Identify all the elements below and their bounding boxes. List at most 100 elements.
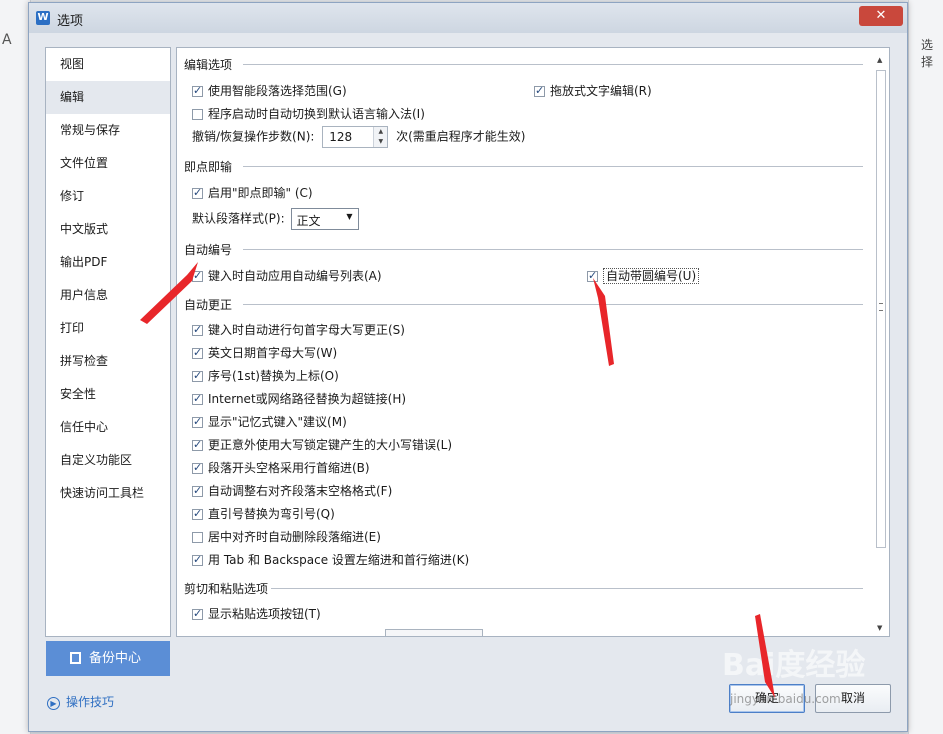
sidebar-item[interactable]: 修订 <box>46 180 170 213</box>
undo-steps-spinner[interactable]: 128 ▲ ▼ <box>322 126 389 148</box>
checkbox-box[interactable] <box>192 186 203 199</box>
checkbox-label: 使用智能段落选择范围(G) <box>208 84 347 98</box>
checkbox-box[interactable] <box>534 84 545 97</box>
checkbox-box[interactable] <box>192 507 203 520</box>
checkbox-circled-number[interactable]: 自动带圆编号(U) <box>587 267 700 284</box>
sidebar-item[interactable]: 拼写检查 <box>46 345 170 378</box>
checkbox-autocorrect-item[interactable]: 自动调整右对齐段落末空格格式(F) <box>192 482 392 499</box>
close-button[interactable]: ✕ <box>859 6 903 26</box>
dialog-titlebar: W 选项 ✕ <box>29 3 907 33</box>
checkbox-label: 显示"记忆式键入"建议(M) <box>208 415 347 429</box>
section-divider <box>243 249 863 250</box>
tips-label: 操作技巧 <box>66 695 115 709</box>
options-sidebar: 视图 编辑 常规与保存 文件位置 修订 中文版式 输出PDF 用户信息 打印 拼写检查 安全性 信任中… <box>45 47 171 637</box>
checkbox-autocorrect-item[interactable]: 段落开头空格采用行首缩进(B) <box>192 459 370 476</box>
section-title-auto-correct: 自动更正 <box>184 298 233 312</box>
checkbox-autocorrect-item[interactable]: Internet或网络路径替换为超链接(H) <box>192 390 406 407</box>
checkbox-autocorrect-item[interactable]: 更正意外使用大写锁定键产生的大小写错误(L) <box>192 436 452 453</box>
sidebar-item[interactable]: 视图 <box>46 48 170 81</box>
checkbox-box[interactable] <box>192 109 203 120</box>
checkbox-autocorrect-item[interactable]: 用 Tab 和 Backspace 设置左缩进和首行缩进(K) <box>192 551 469 568</box>
sidebar-item[interactable]: 中文版式 <box>46 213 170 246</box>
undo-steps-note: 次(需重启程序才能生效) <box>396 129 526 144</box>
sidebar-item[interactable]: 安全性 <box>46 378 170 411</box>
sidebar-item[interactable]: 输出PDF <box>46 246 170 279</box>
baidu-watermark-url: jingyan.baidu.com <box>730 692 841 706</box>
checkbox-box[interactable] <box>192 607 203 620</box>
section-title-auto-number: 自动编号 <box>184 243 233 257</box>
scroll-up-icon[interactable]: ▲ <box>877 56 882 64</box>
checkbox-label: 更正意外使用大写锁定键产生的大小写错误(L) <box>208 438 453 452</box>
sidebar-item[interactable]: 快速访问工具栏 <box>46 477 170 510</box>
checkbox-autocorrect-item[interactable]: 键入时自动进行句首字母大写更正(S) <box>192 321 405 338</box>
sidebar-item[interactable]: 打印 <box>46 312 170 345</box>
checkbox-label: 启用"即点即输" (C) <box>208 186 313 200</box>
options-dialog: W 选项 ✕ 视图 编辑 常规与保存 文件位置 修订 中文版式 输出PDF 用户信息 打印 拼写检… <box>28 2 908 732</box>
section-divider <box>243 304 863 305</box>
checkbox-label: 程序启动时自动切换到默认语言输入法(I) <box>208 107 425 121</box>
section-title-click-type: 即点即输 <box>184 160 233 174</box>
checkbox-auto-ime[interactable]: 程序启动时自动切换到默认语言输入法(I) <box>192 105 425 122</box>
sidebar-item[interactable]: 文件位置 <box>46 147 170 180</box>
default-style-select[interactable]: 正文 ▼ <box>291 208 360 230</box>
checkbox-show-paste-button[interactable]: 显示粘贴选项按钮(T) <box>192 605 321 622</box>
vertical-scrollbar[interactable]: ▲ ▼ <box>874 50 888 634</box>
tips-link[interactable]: ▶ 操作技巧 <box>47 693 114 710</box>
partial-dropdown[interactable] <box>385 629 483 636</box>
checkbox-box[interactable] <box>192 269 203 282</box>
checkbox-box[interactable] <box>192 415 203 428</box>
section-divider <box>243 64 863 65</box>
spinner-arrows-icon[interactable]: ▲ ▼ <box>373 127 388 147</box>
checkbox-label: 键入时自动应用自动编号列表(A) <box>208 269 382 283</box>
checkbox-box[interactable] <box>192 532 203 543</box>
checkbox-smart-select[interactable]: 使用智能段落选择范围(G) <box>192 82 347 99</box>
checkbox-autocorrect-item[interactable]: 序号(1st)替换为上标(O) <box>192 367 339 384</box>
grip-icon <box>879 303 883 311</box>
checkbox-autocorrect-item[interactable]: 英文日期首字母大写(W) <box>192 344 337 361</box>
backup-center-button[interactable]: 备份中心 <box>46 641 170 676</box>
checkbox-box[interactable] <box>192 323 203 336</box>
sidebar-item[interactable]: 用户信息 <box>46 279 170 312</box>
checkbox-auto-list[interactable]: 键入时自动应用自动编号列表(A) <box>192 267 382 284</box>
default-style-row: 默认段落样式(P): 正文 ▼ <box>192 208 360 230</box>
backup-center-label: 备份中心 <box>89 651 142 666</box>
section-title-paste: 剪切和粘贴选项 <box>184 582 269 596</box>
sidebar-item[interactable]: 常规与保存 <box>46 114 170 147</box>
section-divider <box>271 588 863 589</box>
sidebar-item[interactable]: 信任中心 <box>46 411 170 444</box>
sidebar-item[interactable]: 自定义功能区 <box>46 444 170 477</box>
scroll-thumb[interactable] <box>876 70 886 548</box>
baidu-watermark: Bai度经验 <box>722 648 866 683</box>
section-title-edit-options: 编辑选项 <box>184 58 233 72</box>
checkbox-label: 拖放式文字编辑(R) <box>550 84 652 98</box>
checkbox-box[interactable] <box>192 553 203 566</box>
scroll-down-icon[interactable]: ▼ <box>877 624 882 632</box>
checkbox-drag-drop[interactable]: 拖放式文字编辑(R) <box>534 82 652 99</box>
undo-steps-value[interactable]: 128 <box>329 130 352 144</box>
checkbox-autocorrect-item[interactable]: 显示"记忆式键入"建议(M) <box>192 413 347 430</box>
checkbox-box[interactable] <box>192 461 203 474</box>
background-left-ribbon: A <box>0 0 31 734</box>
font-color-icon: A <box>2 32 12 48</box>
checkbox-box[interactable] <box>587 269 598 282</box>
checkbox-label: 用 Tab 和 Backspace 设置左缩进和首行缩进(K) <box>208 553 470 567</box>
checkbox-label: Internet或网络路径替换为超链接(H) <box>208 392 407 406</box>
checkbox-box[interactable] <box>192 369 203 382</box>
play-icon: ▶ <box>47 697 60 710</box>
checkbox-box[interactable] <box>192 438 203 451</box>
sidebar-item[interactable]: 编辑 <box>46 81 170 114</box>
checkbox-label: 居中对齐时自动删除段落缩进(E) <box>208 530 381 544</box>
checkbox-box[interactable] <box>192 392 203 405</box>
checkbox-click-type[interactable]: 启用"即点即输" (C) <box>192 184 313 201</box>
checkbox-box[interactable] <box>192 484 203 497</box>
checkbox-autocorrect-item[interactable]: 直引号替换为弯引号(Q) <box>192 505 335 522</box>
checkbox-label: 段落开头空格采用行首缩进(B) <box>208 461 370 475</box>
checkbox-label: 序号(1st)替换为上标(O) <box>208 369 339 383</box>
checkbox-autocorrect-item[interactable]: 居中对齐时自动删除段落缩进(E) <box>192 528 381 545</box>
default-style-label: 默认段落样式(P): <box>192 211 285 226</box>
undo-steps-label: 撤销/恢复操作步数(N): <box>192 129 315 144</box>
checkbox-box[interactable] <box>192 346 203 359</box>
checkbox-box[interactable] <box>192 84 203 97</box>
wps-logo-icon: W <box>36 11 50 25</box>
select-label: 选择 <box>921 38 934 69</box>
